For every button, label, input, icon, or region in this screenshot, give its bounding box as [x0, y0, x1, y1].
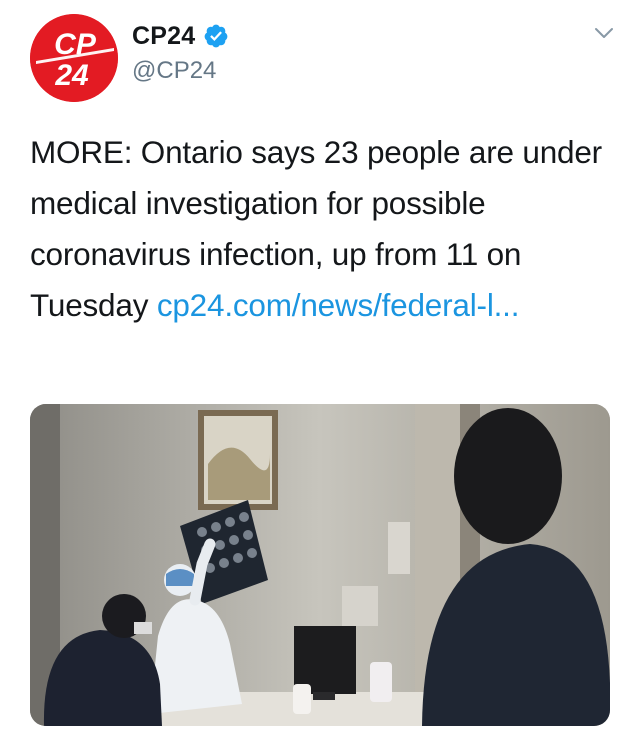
avatar-line-2: 24	[54, 59, 89, 92]
name-row: CP24	[132, 19, 229, 53]
cp24-logo: CP 24	[30, 14, 118, 102]
tweet-menu-button[interactable]	[590, 22, 618, 44]
tweet-link[interactable]: cp24.com/news/federal-l...	[157, 287, 520, 323]
avatar-line-1: CP	[54, 28, 97, 61]
verified-badge-icon	[204, 24, 228, 48]
media-photo	[30, 404, 610, 726]
display-name[interactable]: CP24	[132, 22, 195, 51]
user-handle[interactable]: @CP24	[132, 57, 216, 85]
chevron-down-icon	[595, 28, 613, 38]
avatar[interactable]: CP 24	[30, 14, 118, 102]
tweet-card: CP 24 CP24 @CP24 MORE: Ontario says 23 p…	[0, 0, 640, 748]
tweet-media-image[interactable]	[30, 404, 610, 726]
tweet-text: MORE: Ontario says 23 people are under m…	[30, 127, 620, 331]
